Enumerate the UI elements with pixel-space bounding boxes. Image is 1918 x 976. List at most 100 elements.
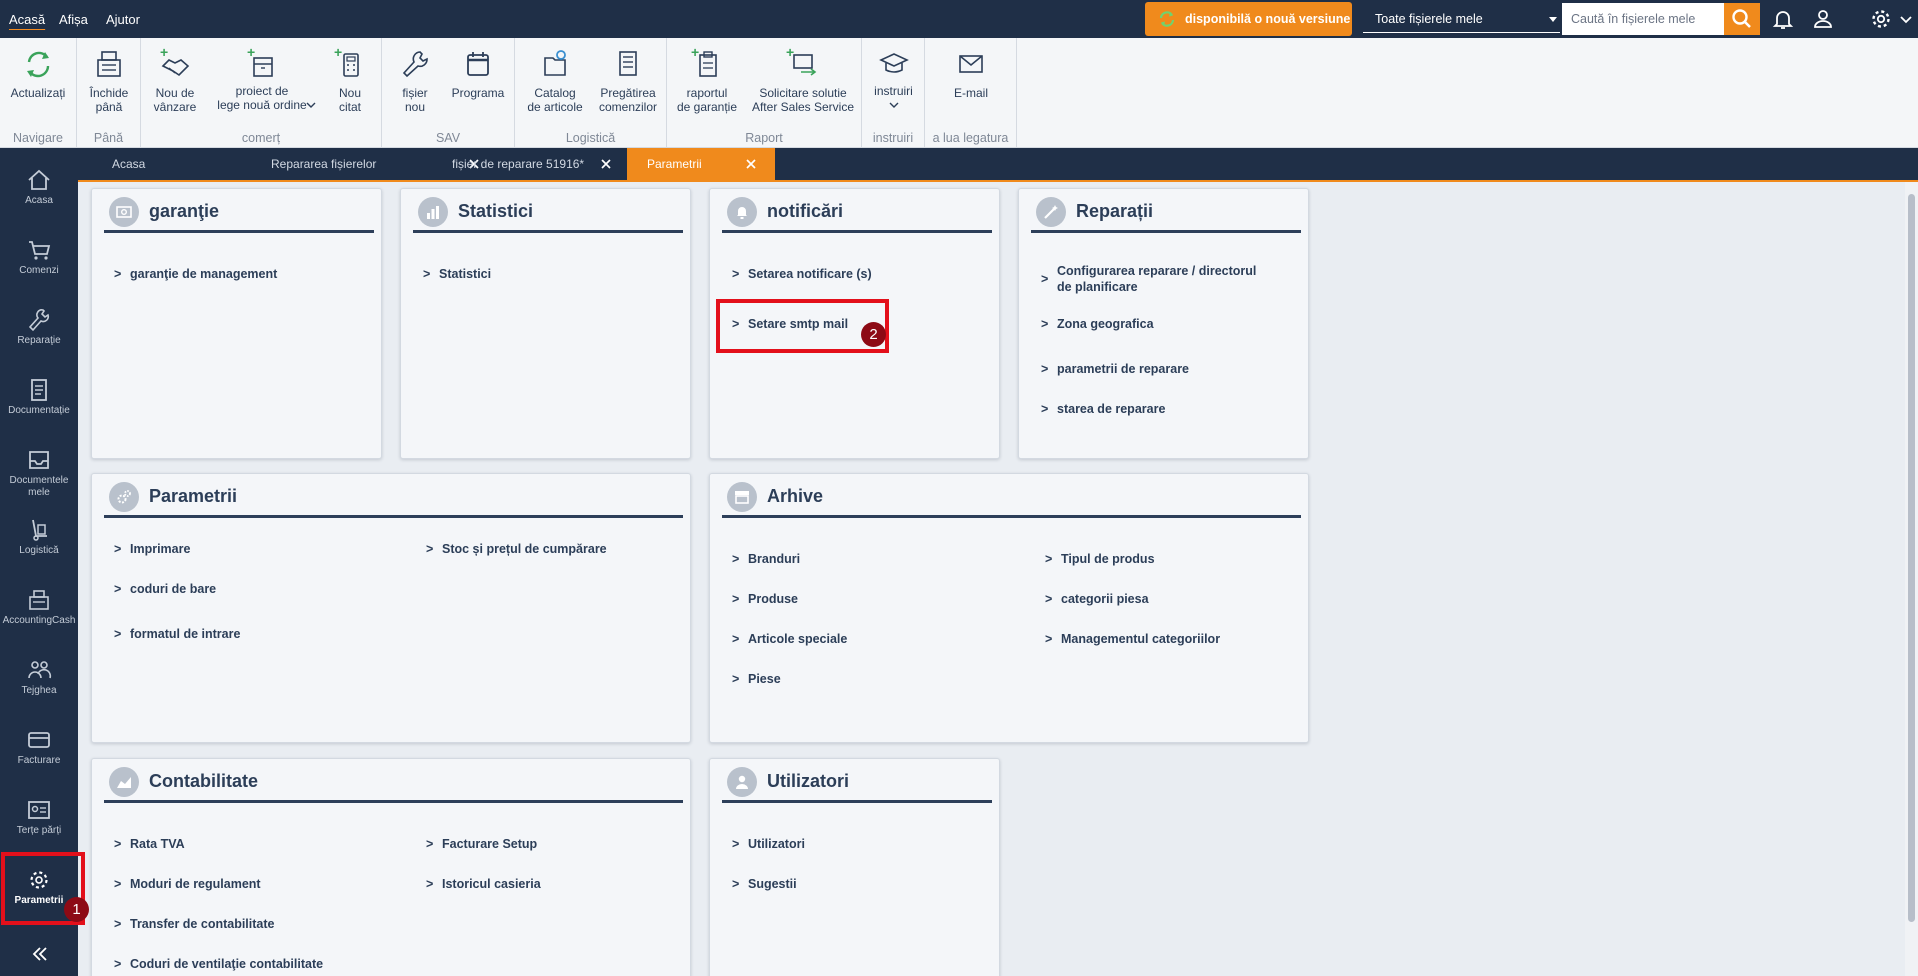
request-icon: + bbox=[786, 46, 817, 76]
step-badge-1: 1 bbox=[64, 897, 89, 922]
refresh-icon bbox=[27, 51, 50, 78]
link-imprimare[interactable]: > Imprimare bbox=[114, 541, 374, 557]
close-till-button[interactable]: Închide până bbox=[81, 46, 137, 114]
link-tipul-de-produs[interactable]: > Tipul de produs bbox=[1045, 551, 1295, 567]
card-title: Utilizatori bbox=[767, 771, 850, 791]
new-order-project-button[interactable]: + proiect de lege nouă ordine bbox=[207, 46, 317, 112]
card-parametrii: Parametrii > Imprimare > coduri de bare > f… bbox=[91, 473, 691, 743]
order-preparation-button[interactable]: Pregătirea comenzilor bbox=[592, 46, 664, 114]
link-branduri[interactable]: > Branduri bbox=[732, 551, 982, 567]
link-categorii-piesa[interactable]: > categorii piesa bbox=[1045, 591, 1295, 607]
link-managementul-categoriilor[interactable]: > Managementul categoriilor bbox=[1045, 631, 1295, 647]
nav-item-facturare[interactable]: Facturare bbox=[0, 720, 78, 780]
link-piese[interactable]: > Piese bbox=[732, 671, 982, 687]
card-contabilitate: Contabilitate > Rata TVA > Moduri de regul… bbox=[91, 758, 691, 976]
card-utilizatori: Utilizatori > Utilizatori > Sugestii bbox=[709, 758, 1000, 976]
link-stoc-pret[interactable]: > Stoc și prețul de cumpărare bbox=[426, 541, 686, 557]
link-articole-speciale[interactable]: > Articole speciale bbox=[732, 631, 982, 647]
wrench-icon bbox=[402, 51, 428, 78]
new-file-button[interactable]: fișier nou bbox=[386, 46, 444, 114]
chevron-down-icon[interactable] bbox=[1898, 7, 1914, 31]
close-icon[interactable] bbox=[744, 157, 758, 171]
card-header: notificări bbox=[722, 197, 992, 233]
content-scrollbar[interactable] bbox=[1905, 182, 1918, 976]
link-coduri-ventilatie[interactable]: > Coduri de ventilaţie contabilitate bbox=[114, 956, 414, 972]
ribbon-group-raport: + raportul de garanție + Solicitare solu… bbox=[667, 38, 862, 148]
nav-item-logistica[interactable]: Logistică bbox=[0, 510, 78, 570]
gear-icon[interactable] bbox=[1869, 7, 1893, 31]
nav-item-terte-parti[interactable]: Terțe părți bbox=[0, 790, 78, 850]
link-sugestii[interactable]: > Sugestii bbox=[732, 876, 982, 892]
card-title: Parametrii bbox=[149, 486, 238, 506]
card-reparatii: Reparații > Configurarea reparare / direc… bbox=[1018, 188, 1309, 459]
refresh-icon bbox=[1159, 11, 1175, 27]
menu-acasa[interactable]: Acasă bbox=[9, 0, 45, 38]
link-istoricul-casieria[interactable]: > Istoricul casieria bbox=[426, 876, 676, 892]
link-moduri-de-regulament[interactable]: > Moduri de regulament bbox=[114, 876, 404, 892]
store-icon bbox=[727, 482, 757, 512]
link-produse[interactable]: > Produse bbox=[732, 591, 982, 607]
scrollbar-thumb[interactable] bbox=[1908, 194, 1915, 922]
nav-item-reparatie[interactable]: Reparaţie bbox=[0, 300, 78, 360]
link-zona-geografica[interactable]: > Zona geografica bbox=[1041, 316, 1291, 332]
link-formatul-de-intrare[interactable]: > formatul de intrare bbox=[114, 626, 374, 642]
link-coduri-de-bare[interactable]: > coduri de bare bbox=[114, 581, 374, 597]
tab-acasa[interactable]: Acasa bbox=[112, 148, 212, 180]
after-sales-request-button[interactable]: + Solicitare solutie After Sales Service bbox=[747, 46, 859, 114]
ribbon-group-contact: E-mail a lua legatura bbox=[925, 38, 1017, 148]
collapse-sidebar-icon[interactable] bbox=[30, 944, 50, 964]
card-header: Statistici bbox=[413, 197, 683, 233]
link-configurarea-reparare[interactable]: > Configurarea reparare / directorul de p… bbox=[1041, 263, 1261, 295]
bell-icon[interactable] bbox=[1771, 7, 1795, 31]
link-rata-tva[interactable]: > Rata TVA bbox=[114, 836, 404, 852]
chevron-down-icon bbox=[306, 102, 316, 108]
link-transfer-contabilitate[interactable]: > Transfer de contabilitate bbox=[114, 916, 404, 932]
nav-item-documentatie[interactable]: Documentație bbox=[0, 370, 78, 430]
tab-parametrii[interactable]: Parametrii bbox=[627, 148, 775, 180]
training-button[interactable]: instruiri bbox=[866, 46, 921, 110]
close-icon[interactable] bbox=[599, 157, 613, 171]
menu-ajutor[interactable]: Ajutor bbox=[106, 0, 140, 38]
nav-item-documentele-mele[interactable]: Documentele mele bbox=[0, 440, 78, 510]
ribbon-group-label: SAV bbox=[435, 131, 461, 145]
email-button[interactable]: E-mail bbox=[941, 46, 1001, 100]
nav-item-comenzi[interactable]: Comenzi bbox=[0, 230, 78, 290]
card-header: Reparații bbox=[1031, 197, 1301, 233]
card-header: Arhive bbox=[722, 482, 1301, 518]
link-garantie-management[interactable]: > garanţie de management bbox=[114, 266, 364, 282]
search-input[interactable] bbox=[1562, 3, 1724, 35]
new-sale-button[interactable]: + Nou de vânzare bbox=[146, 46, 204, 114]
new-quote-button[interactable]: + Nou citat bbox=[323, 46, 377, 114]
bar-chart-icon bbox=[418, 197, 448, 227]
card-arhive: Arhive > Branduri > Produse > Articole spec… bbox=[709, 473, 1309, 743]
svg-text:+: + bbox=[786, 46, 794, 60]
ribbon-group-label: Până bbox=[93, 131, 124, 145]
ribbon-group-logistica: Catalog de articole Pregătirea comenzilo… bbox=[515, 38, 667, 148]
nav-item-tejghea[interactable]: Tejghea bbox=[0, 650, 78, 710]
link-utilizatori[interactable]: > Utilizatori bbox=[732, 836, 982, 852]
link-parametrii-reparare[interactable]: > parametrii de reparare bbox=[1041, 361, 1291, 377]
warranty-report-button[interactable]: + raportul de garanție bbox=[672, 46, 742, 114]
article-catalog-button[interactable]: Catalog de articole bbox=[521, 46, 589, 114]
update-label: disponibilă o nouă versiune bbox=[1185, 12, 1351, 26]
refresh-button[interactable]: Actualizați bbox=[4, 46, 72, 100]
wrench-icon bbox=[28, 309, 50, 332]
graduation-cap-icon bbox=[878, 53, 909, 73]
area-chart-icon bbox=[109, 767, 139, 797]
menu-afisa[interactable]: Afișa bbox=[59, 0, 88, 38]
update-available-button[interactable]: disponibilă o nouă versiune bbox=[1145, 2, 1352, 36]
search-button[interactable] bbox=[1724, 3, 1760, 35]
link-facturare-setup[interactable]: > Facturare Setup bbox=[426, 836, 676, 852]
ribbon-group-pana: Închide până Până bbox=[77, 38, 141, 148]
files-filter-select[interactable]: Toate fișierele mele bbox=[1363, 5, 1560, 33]
link-starea-reparare[interactable]: > starea de reparare bbox=[1041, 401, 1291, 417]
nav-item-accountingcash[interactable]: AccountingCash bbox=[0, 580, 78, 640]
warranty-icon bbox=[109, 197, 139, 227]
schedule-button[interactable]: Programa bbox=[445, 46, 511, 100]
filter-value: Toate fișierele mele bbox=[1375, 12, 1483, 26]
link-statistici[interactable]: > Statistici bbox=[423, 266, 673, 282]
user-icon[interactable] bbox=[1811, 7, 1835, 31]
link-setarea-notificare[interactable]: > Setarea notificare (s) bbox=[732, 266, 982, 282]
ribbon-group-label: Raport bbox=[745, 131, 783, 145]
nav-item-acasa[interactable]: Acasa bbox=[0, 160, 78, 220]
